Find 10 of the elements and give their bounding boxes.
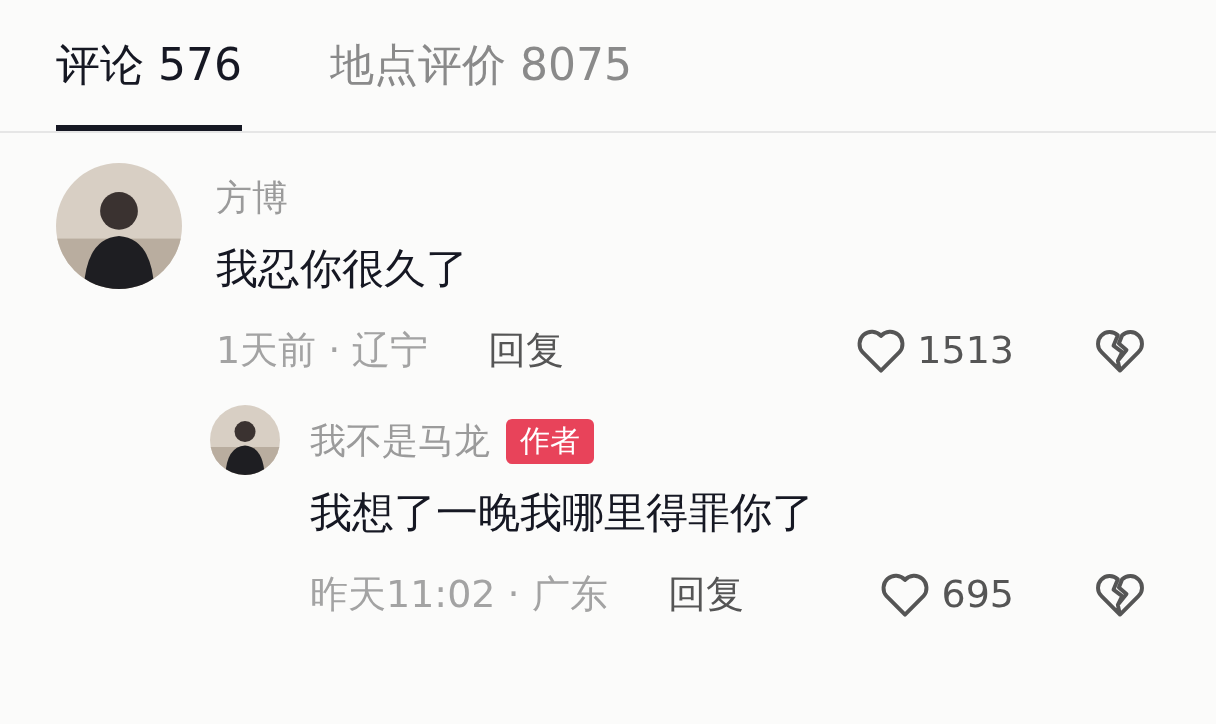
comment-text: 我忍你很久了 bbox=[216, 243, 469, 295]
like-count: 695 bbox=[941, 572, 1014, 616]
comment-time-location: 昨天11:02 · 广东 bbox=[310, 570, 608, 618]
tab[interactable]: 评论 576 bbox=[56, 0, 242, 131]
like-count: 1513 bbox=[917, 328, 1014, 372]
comment-time-location: 1天前 · 辽宁 bbox=[216, 326, 429, 374]
reply-button[interactable]: 回复 bbox=[667, 568, 744, 620]
author-badge: 作者 bbox=[506, 418, 594, 464]
reply-button[interactable]: 回复 bbox=[488, 324, 565, 376]
comment-text: 我想了一晚我哪里得罪你了 bbox=[310, 487, 815, 539]
